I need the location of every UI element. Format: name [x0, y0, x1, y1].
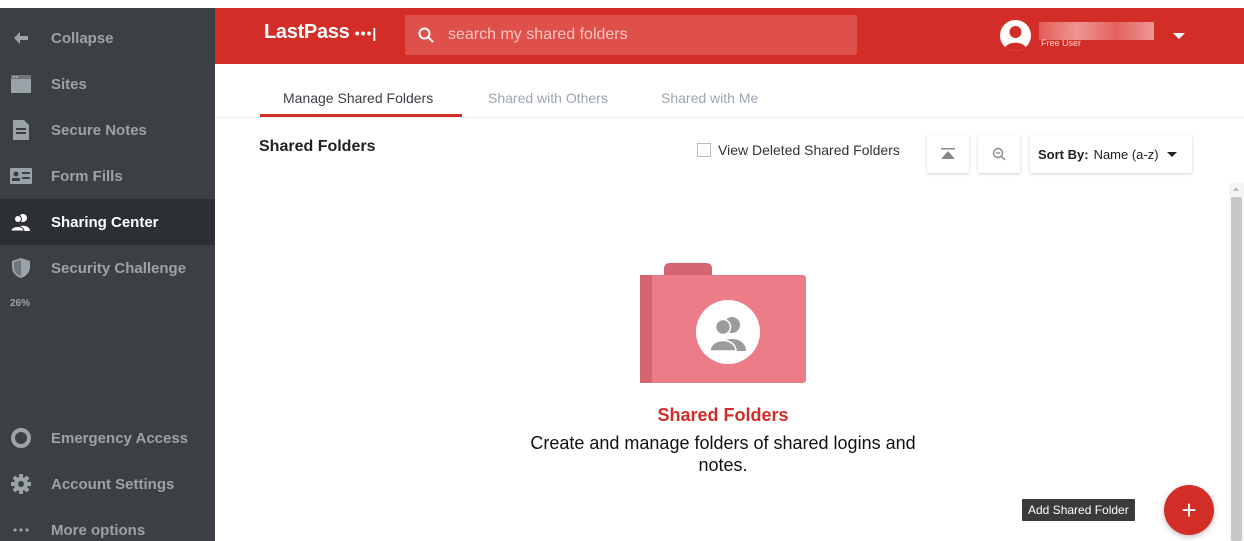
view-deleted-label: View Deleted Shared Folders [718, 142, 900, 158]
logo-dots: •••| [354, 25, 378, 41]
browser-window-icon [10, 73, 32, 95]
zoom-out-button[interactable] [978, 135, 1020, 173]
sidebar: Collapse Sites Secure Notes Form Fills S… [0, 8, 215, 541]
sidebar-item-label: Collapse [51, 29, 114, 47]
chevron-down-icon [1166, 151, 1177, 157]
collapse-all-button[interactable] [927, 135, 969, 173]
sidebar-item-label: Secure Notes [51, 121, 147, 139]
sidebar-item-more-options[interactable]: More options [0, 507, 215, 541]
avatar[interactable] [1000, 20, 1031, 51]
id-card-icon [10, 165, 32, 187]
security-score: 26% [10, 298, 31, 309]
sidebar-item-label: More options [51, 521, 146, 539]
tab-bar: Manage Shared Folders Shared with Others… [215, 64, 1244, 118]
divider [215, 117, 1244, 118]
sidebar-item-emergency-access[interactable]: Emergency Access [0, 415, 215, 461]
sidebar-item-secure-notes[interactable]: Secure Notes [0, 107, 215, 153]
sidebar-item-label: Security Challenge [51, 259, 187, 277]
note-icon [10, 119, 32, 141]
chevron-down-icon[interactable] [1173, 33, 1185, 39]
sidebar-item-label: Emergency Access [51, 429, 189, 447]
logo-text: LastPass [264, 21, 350, 43]
empty-state-description: Create and manage folders of shared logi… [530, 433, 916, 475]
add-shared-folder-tooltip: Add Shared Folder [1022, 499, 1135, 521]
sort-dropdown[interactable]: Sort By: Name (a-z) [1030, 135, 1192, 173]
shield-icon [10, 257, 32, 279]
plus-icon: + [1181, 494, 1197, 525]
empty-state-title: Shared Folders [657, 405, 789, 425]
tab-manage-shared-folders[interactable]: Manage Shared Folders [283, 90, 433, 106]
sidebar-item-label: Form Fills [51, 167, 123, 185]
scrollbar[interactable] [1229, 183, 1244, 541]
sort-label: Sort By: [1038, 146, 1089, 162]
page-title: Shared Folders [259, 138, 376, 155]
sidebar-item-security-challenge[interactable]: Security Challenge [0, 245, 215, 291]
sidebar-item-label: Sites [51, 75, 87, 93]
shared-users-icon [10, 211, 32, 233]
shared-folder-illustration [640, 263, 806, 383]
scroll-thumb[interactable] [1231, 197, 1242, 541]
window-top-strip [0, 0, 1244, 8]
gear-icon [10, 473, 32, 495]
sort-value: Name (a-z) [1093, 146, 1159, 162]
dots-icon [10, 519, 32, 541]
sidebar-item-account-settings[interactable]: Account Settings [0, 461, 215, 507]
search-bar[interactable] [405, 15, 857, 55]
tab-shared-with-others[interactable]: Shared with Others [488, 90, 608, 106]
sidebar-item-form-fills[interactable]: Form Fills [0, 153, 215, 199]
zoom-out-icon [992, 147, 1006, 161]
sidebar-item-label: Account Settings [51, 475, 175, 493]
search-icon [418, 27, 434, 43]
lastpass-logo[interactable]: LastPass •••| [264, 21, 377, 44]
scroll-up-arrow[interactable] [1233, 187, 1239, 191]
lifebuoy-icon [10, 427, 32, 449]
sidebar-item-label: Sharing Center [51, 213, 159, 231]
tab-shared-with-me[interactable]: Shared with Me [661, 90, 758, 106]
search-input[interactable] [448, 26, 848, 44]
sidebar-item-sites[interactable]: Sites [0, 61, 215, 107]
add-shared-folder-button[interactable]: + [1164, 485, 1214, 535]
collapse-up-icon [941, 148, 955, 159]
view-deleted-toggle[interactable]: View Deleted Shared Folders [697, 142, 900, 158]
arrow-left-icon [10, 27, 32, 49]
view-deleted-checkbox[interactable] [697, 143, 711, 157]
sidebar-item-sharing-center[interactable]: Sharing Center [0, 199, 215, 245]
sidebar-item-collapse[interactable]: Collapse [0, 15, 215, 61]
user-plan: Free User [1041, 38, 1082, 48]
top-header: LastPass •••| Free User [215, 8, 1244, 64]
